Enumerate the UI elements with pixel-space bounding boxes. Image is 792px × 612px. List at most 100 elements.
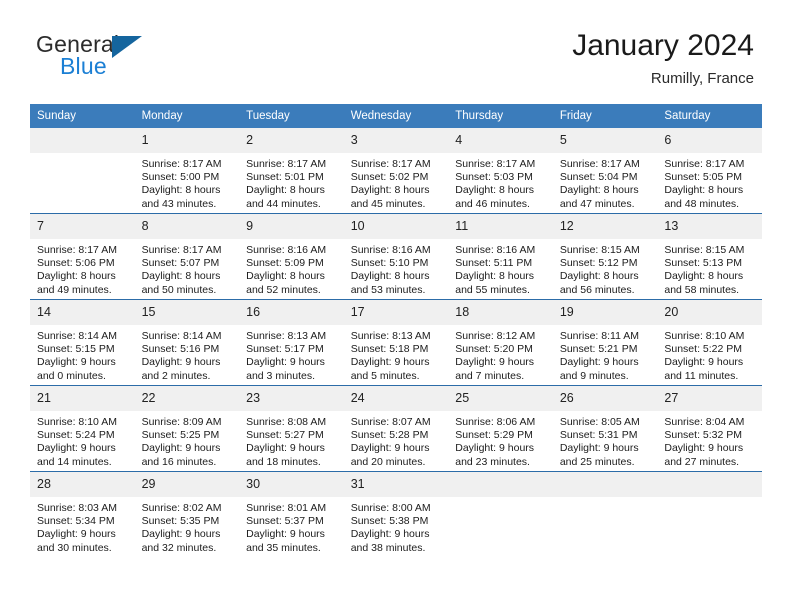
calendar-day-cell[interactable]: 28 Sunrise: 8:03 AM Sunset: 5:34 PM Dayligh… (30, 471, 135, 557)
calendar-day-cell[interactable]: 1 Sunrise: 8:17 AM Sunset: 5:00 PM Daylight… (134, 128, 240, 214)
day-detail-line: and 56 minutes. (559, 283, 635, 296)
calendar-day-cell[interactable]: 6 Sunrise: 8:17 AM Sunset: 5:05 PM Daylight… (657, 128, 762, 214)
calendar-day-cell[interactable]: 18 Sunrise: 8:12 AM Sunset: 5:20 PM Dayligh… (448, 299, 553, 386)
day-detail-line: Sunrise: 8:02 AM (141, 502, 222, 514)
calendar-day-cell[interactable]: 16 Sunrise: 8:13 AM Sunset: 5:17 PM Dayligh… (239, 299, 344, 386)
day-detail-line: and 47 minutes. (559, 197, 635, 210)
day-detail-line: Sunrise: 8:15 AM (559, 244, 640, 256)
day-number: 12 (552, 214, 658, 239)
calendar-day-cell[interactable]: 30 Sunrise: 8:01 AM Sunset: 5:37 PM Dayligh… (239, 471, 344, 557)
calendar-body: 1 Sunrise: 8:17 AM Sunset: 5:00 PM Daylight… (30, 128, 762, 557)
day-detail-line: and 20 minutes. (350, 455, 426, 468)
day-details: Sunrise: 8:06 AM Sunset: 5:29 PM Daylight:… (448, 411, 553, 469)
day-detail-line: Daylight: 8 hours (141, 184, 221, 197)
day-detail-line: Daylight: 8 hours (455, 270, 535, 283)
day-detail-line: and 49 minutes. (37, 283, 112, 296)
day-detail-line: Sunrise: 8:16 AM (455, 244, 536, 256)
day-detail-line: Sunset: 5:16 PM (141, 343, 220, 356)
day-detail-line: Sunset: 5:03 PM (455, 171, 533, 184)
weekday-header-monday: Monday (134, 104, 240, 128)
day-detail-line: Sunset: 5:04 PM (559, 171, 638, 184)
calendar-day-cell[interactable]: 27 Sunrise: 8:04 AM Sunset: 5:32 PM Dayligh… (657, 385, 762, 472)
day-detail-line: Sunset: 5:28 PM (350, 429, 429, 442)
calendar-week-row: 14 Sunrise: 8:14 AM Sunset: 5:15 PM Dayligh… (30, 299, 762, 386)
calendar-day-cell[interactable]: 2 Sunrise: 8:17 AM Sunset: 5:01 PM Daylight… (239, 128, 344, 214)
calendar-day-cell[interactable]: 20 Sunrise: 8:10 AM Sunset: 5:22 PM Dayligh… (657, 299, 762, 386)
day-detail-line: Sunset: 5:22 PM (664, 343, 743, 356)
day-details: Sunrise: 8:13 AM Sunset: 5:18 PM Daylight:… (344, 325, 449, 383)
weekday-header-row: Sunday Monday Tuesday Wednesday Thursday… (30, 104, 762, 128)
calendar-day-cell-empty (552, 471, 658, 557)
calendar-week-row: 1 Sunrise: 8:17 AM Sunset: 5:00 PM Daylight… (30, 128, 762, 214)
day-number: 10 (343, 214, 449, 239)
day-detail-line: Sunrise: 8:05 AM (559, 416, 640, 428)
day-detail-line: Sunrise: 8:17 AM (141, 244, 222, 256)
day-details: Sunrise: 8:15 AM Sunset: 5:13 PM Daylight:… (657, 239, 762, 297)
day-detail-line: Sunrise: 8:16 AM (246, 244, 327, 256)
day-number (448, 472, 553, 497)
day-detail-line: and 27 minutes. (664, 455, 740, 468)
calendar-day-cell[interactable]: 4 Sunrise: 8:17 AM Sunset: 5:03 PM Daylight… (448, 128, 553, 214)
day-detail-line: Sunset: 5:11 PM (455, 257, 533, 270)
calendar-day-cell[interactable]: 14 Sunrise: 8:14 AM Sunset: 5:15 PM Dayligh… (30, 299, 135, 386)
day-detail-line: and 30 minutes. (37, 541, 112, 554)
day-detail-line: Sunrise: 8:17 AM (37, 244, 117, 256)
day-detail-line: Sunrise: 8:09 AM (141, 416, 222, 428)
calendar-day-cell[interactable]: 12 Sunrise: 8:15 AM Sunset: 5:12 PM Dayligh… (552, 213, 658, 300)
calendar-day-cell[interactable]: 13 Sunrise: 8:15 AM Sunset: 5:13 PM Dayligh… (657, 213, 762, 300)
day-number: 30 (239, 472, 344, 497)
day-number: 3 (343, 128, 449, 153)
calendar-day-cell[interactable]: 15 Sunrise: 8:14 AM Sunset: 5:16 PM Dayligh… (134, 299, 240, 386)
brand-name-blue: Blue (60, 53, 107, 79)
calendar-day-cell[interactable]: 11 Sunrise: 8:16 AM Sunset: 5:11 PM Dayligh… (448, 213, 553, 300)
calendar-day-cell[interactable]: 26 Sunrise: 8:05 AM Sunset: 5:31 PM Dayligh… (552, 385, 658, 472)
day-detail-line: Daylight: 9 hours (141, 356, 221, 369)
day-details: Sunrise: 8:16 AM Sunset: 5:09 PM Daylight:… (239, 239, 344, 297)
calendar-day-cell[interactable]: 23 Sunrise: 8:08 AM Sunset: 5:27 PM Dayligh… (239, 385, 344, 472)
day-number (657, 472, 762, 497)
calendar-day-cell[interactable]: 22 Sunrise: 8:09 AM Sunset: 5:25 PM Dayligh… (134, 385, 240, 472)
day-details: Sunrise: 8:17 AM Sunset: 5:00 PM Daylight:… (135, 153, 240, 211)
day-detail-line: and 9 minutes. (559, 369, 629, 382)
day-number (30, 128, 135, 153)
calendar-day-cell[interactable]: 17 Sunrise: 8:13 AM Sunset: 5:18 PM Dayligh… (343, 299, 449, 386)
page-header: General Blue January 2024 Rumilly, Franc… (0, 0, 792, 100)
calendar-day-cell[interactable]: 5 Sunrise: 8:17 AM Sunset: 5:04 PM Daylight… (552, 128, 658, 214)
day-detail-line: Sunset: 5:18 PM (350, 343, 429, 356)
day-details: Sunrise: 8:11 AM Sunset: 5:21 PM Daylight:… (553, 325, 658, 383)
day-detail-line: and 43 minutes. (141, 197, 217, 210)
calendar-week-row: 28 Sunrise: 8:03 AM Sunset: 5:34 PM Dayligh… (30, 471, 762, 557)
day-detail-line: and 3 minutes. (246, 369, 316, 382)
day-detail-line: and 11 minutes. (664, 369, 739, 382)
day-number: 20 (657, 300, 762, 325)
day-detail-line: Daylight: 8 hours (455, 184, 535, 197)
day-detail-line: and 52 minutes. (246, 283, 321, 296)
calendar-day-cell[interactable]: 24 Sunrise: 8:07 AM Sunset: 5:28 PM Dayligh… (343, 385, 449, 472)
day-detail-line: Sunset: 5:13 PM (664, 257, 743, 270)
calendar-day-cell[interactable]: 25 Sunrise: 8:06 AM Sunset: 5:29 PM Dayligh… (448, 385, 553, 472)
day-detail-line: and 16 minutes. (141, 455, 217, 468)
day-detail-line: Sunset: 5:27 PM (246, 429, 324, 442)
day-detail-line: Sunset: 5:00 PM (141, 171, 220, 184)
day-detail-line: Sunrise: 8:17 AM (559, 158, 640, 170)
day-detail-line: Daylight: 8 hours (664, 184, 744, 197)
calendar-day-cell[interactable]: 9 Sunrise: 8:16 AM Sunset: 5:09 PM Daylight… (239, 213, 344, 300)
day-detail-line: and 25 minutes. (559, 455, 635, 468)
day-detail-line: Sunset: 5:09 PM (246, 257, 324, 270)
calendar-day-cell[interactable]: 3 Sunrise: 8:17 AM Sunset: 5:02 PM Daylight… (343, 128, 449, 214)
calendar-day-cell[interactable]: 10 Sunrise: 8:16 AM Sunset: 5:10 PM Dayligh… (343, 213, 449, 300)
day-detail-line: Sunrise: 8:06 AM (455, 416, 536, 428)
calendar-day-cell[interactable]: 7 Sunrise: 8:17 AM Sunset: 5:06 PM Daylight… (30, 213, 135, 300)
calendar-day-cell[interactable]: 19 Sunrise: 8:11 AM Sunset: 5:21 PM Dayligh… (552, 299, 658, 386)
page-title: January 2024 (572, 29, 754, 62)
day-details: Sunrise: 8:17 AM Sunset: 5:06 PM Daylight:… (30, 239, 135, 297)
calendar-day-cell[interactable]: 21 Sunrise: 8:10 AM Sunset: 5:24 PM Dayligh… (30, 385, 135, 472)
weekday-header-friday: Friday (552, 104, 658, 128)
calendar-day-cell[interactable]: 31 Sunrise: 8:00 AM Sunset: 5:38 PM Dayligh… (343, 471, 449, 557)
calendar-day-cell[interactable]: 29 Sunrise: 8:02 AM Sunset: 5:35 PM Dayligh… (134, 471, 240, 557)
calendar-day-cell-empty (657, 471, 762, 557)
day-details: Sunrise: 8:14 AM Sunset: 5:15 PM Daylight:… (30, 325, 135, 383)
calendar-day-cell[interactable]: 8 Sunrise: 8:17 AM Sunset: 5:07 PM Daylight… (134, 213, 240, 300)
day-detail-line: Daylight: 9 hours (37, 442, 116, 455)
day-detail-line: Sunset: 5:10 PM (350, 257, 429, 270)
